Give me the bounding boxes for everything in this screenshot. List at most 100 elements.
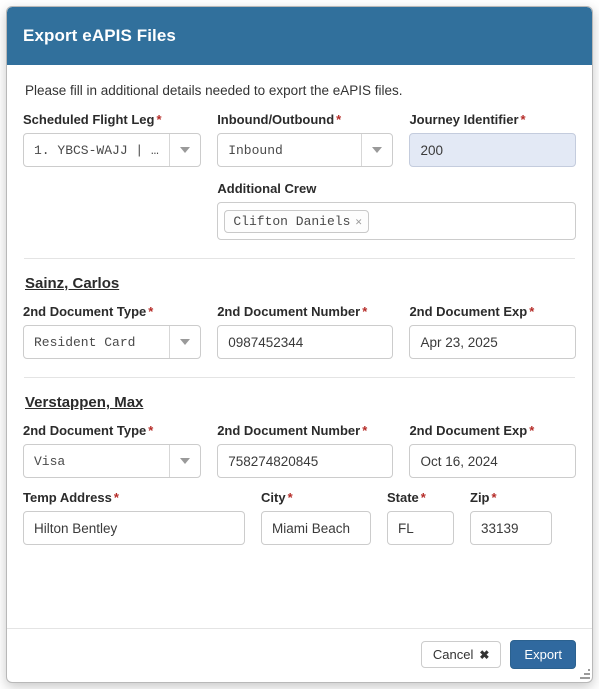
label-document-type: 2nd Document Type * <box>23 423 201 438</box>
state-input[interactable] <box>388 512 453 544</box>
additional-crew-row: Additional Crew Clifton Daniels ✕ <box>23 181 576 240</box>
required-asterisk: * <box>362 304 368 319</box>
document-exp-input[interactable] <box>410 445 575 477</box>
dialog-header: Export eAPIS Files <box>7 7 592 65</box>
input-city-wrapper[interactable] <box>261 511 371 545</box>
label-state: State * <box>387 490 454 505</box>
document-number-input[interactable] <box>218 445 393 477</box>
export-eapis-dialog: Export eAPIS Files Please fill in additi… <box>6 6 593 683</box>
label-text: 2nd Document Type <box>23 304 147 319</box>
required-asterisk: * <box>529 304 535 319</box>
input-state-wrapper[interactable] <box>387 511 454 545</box>
section-divider <box>24 377 575 378</box>
cancel-button[interactable]: Cancel ✖ <box>420 641 502 668</box>
export-button[interactable]: Export <box>510 640 576 669</box>
person-section-verstappen: Verstappen, Max 2nd Document Type * Visa … <box>23 394 576 545</box>
label-text: 2nd Document Exp <box>409 423 528 438</box>
chevron-down-icon[interactable] <box>169 445 200 477</box>
input-temp-address-wrapper[interactable] <box>23 511 245 545</box>
label-text: 2nd Document Exp <box>409 304 528 319</box>
resize-handle[interactable] <box>578 668 590 680</box>
label-text: Zip <box>470 490 490 505</box>
person-address-row: Temp Address* City* State* <box>23 490 576 545</box>
document-number-input[interactable] <box>218 326 393 358</box>
document-exp-input[interactable] <box>410 326 575 358</box>
field-city: City * <box>261 490 387 545</box>
label-text: State <box>387 490 419 505</box>
flight-details-row: Scheduled Flight Leg * 1. YBCS-WAJJ | … I… <box>23 112 576 167</box>
label-document-type: 2nd Document Type * <box>23 304 201 319</box>
label-journey-identifier: Journey Identifier * <box>409 112 576 127</box>
label-document-number: 2nd Document Number * <box>217 423 393 438</box>
close-icon[interactable]: ✕ <box>355 217 362 229</box>
required-asterisk: * <box>420 490 426 505</box>
required-asterisk: * <box>156 112 162 127</box>
label-text: 2nd Document Type <box>23 423 147 438</box>
input-journey-identifier-wrapper[interactable] <box>409 133 576 167</box>
select-scheduled-flight-leg[interactable]: 1. YBCS-WAJJ | … <box>23 133 202 167</box>
required-asterisk: * <box>287 490 293 505</box>
crew-tag[interactable]: Clifton Daniels ✕ <box>224 209 370 233</box>
select-value: Inbound <box>228 142 283 158</box>
person-name: Sainz, Carlos <box>25 275 120 292</box>
journey-identifier-input[interactable] <box>410 134 575 166</box>
required-asterisk: * <box>529 423 535 438</box>
crew-tag-label: Clifton Daniels <box>233 213 351 229</box>
zip-input[interactable] <box>471 512 551 544</box>
select-document-type[interactable]: Resident Card <box>23 325 202 359</box>
field-journey-identifier: Journey Identifier * <box>409 112 576 167</box>
chevron-down-icon[interactable] <box>169 326 200 358</box>
city-input[interactable] <box>262 512 370 544</box>
select-value: Resident Card <box>34 334 136 350</box>
required-asterisk: * <box>520 112 526 127</box>
required-asterisk: * <box>148 304 154 319</box>
label-text: 2nd Document Number <box>217 304 361 319</box>
additional-crew-tag-input[interactable]: Clifton Daniels ✕ <box>217 202 576 240</box>
select-value: 1. YBCS-WAJJ | … <box>34 142 159 158</box>
required-asterisk: * <box>148 423 154 438</box>
required-asterisk: * <box>362 423 368 438</box>
cancel-button-label: Cancel <box>432 647 474 662</box>
label-document-exp: 2nd Document Exp * <box>409 304 576 319</box>
label-text: Inbound/Outbound <box>217 112 335 127</box>
select-document-type[interactable]: Visa <box>23 444 202 478</box>
chevron-down-icon[interactable] <box>361 134 392 166</box>
dialog-title: Export eAPIS Files <box>23 26 176 45</box>
input-document-number-wrapper[interactable] <box>217 444 394 478</box>
label-text: Temp Address <box>23 490 112 505</box>
person-document-row: 2nd Document Type * Resident Card 2nd Doc… <box>23 304 576 359</box>
field-document-exp: 2nd Document Exp * <box>409 423 576 478</box>
required-asterisk: * <box>113 490 119 505</box>
field-document-exp: 2nd Document Exp * <box>409 304 576 359</box>
person-name: Verstappen, Max <box>25 394 144 411</box>
input-document-exp-wrapper[interactable] <box>409 444 576 478</box>
label-text: Scheduled Flight Leg <box>23 112 155 127</box>
chevron-down-icon[interactable] <box>169 134 200 166</box>
label-document-exp: 2nd Document Exp * <box>409 423 576 438</box>
label-document-number: 2nd Document Number * <box>217 304 393 319</box>
input-document-number-wrapper[interactable] <box>217 325 394 359</box>
temp-address-input[interactable] <box>24 512 244 544</box>
required-asterisk: * <box>491 490 497 505</box>
required-asterisk: * <box>336 112 342 127</box>
input-document-exp-wrapper[interactable] <box>409 325 576 359</box>
section-divider <box>24 258 575 259</box>
select-inbound-outbound[interactable]: Inbound <box>217 133 394 167</box>
field-document-number: 2nd Document Number * <box>217 423 409 478</box>
label-inbound-outbound: Inbound/Outbound * <box>217 112 393 127</box>
dialog-intro-text: Please fill in additional details needed… <box>25 83 403 98</box>
dialog-body: Please fill in additional details needed… <box>7 65 592 628</box>
label-text: 2nd Document Number <box>217 423 361 438</box>
input-zip-wrapper[interactable] <box>470 511 552 545</box>
dialog-footer: Cancel ✖ Export <box>7 628 592 682</box>
field-document-number: 2nd Document Number * <box>217 304 409 359</box>
field-zip: Zip * <box>470 490 552 545</box>
select-value: Visa <box>34 453 66 469</box>
close-icon: ✖ <box>479 647 490 662</box>
person-document-row: 2nd Document Type * Visa 2nd Document Num… <box>23 423 576 478</box>
field-temp-address: Temp Address * <box>23 490 261 545</box>
label-additional-crew: Additional Crew <box>217 181 317 196</box>
field-document-type: 2nd Document Type * Visa <box>23 423 217 478</box>
field-additional-crew: Additional Crew Clifton Daniels ✕ <box>217 181 576 240</box>
field-state: State * <box>387 490 470 545</box>
